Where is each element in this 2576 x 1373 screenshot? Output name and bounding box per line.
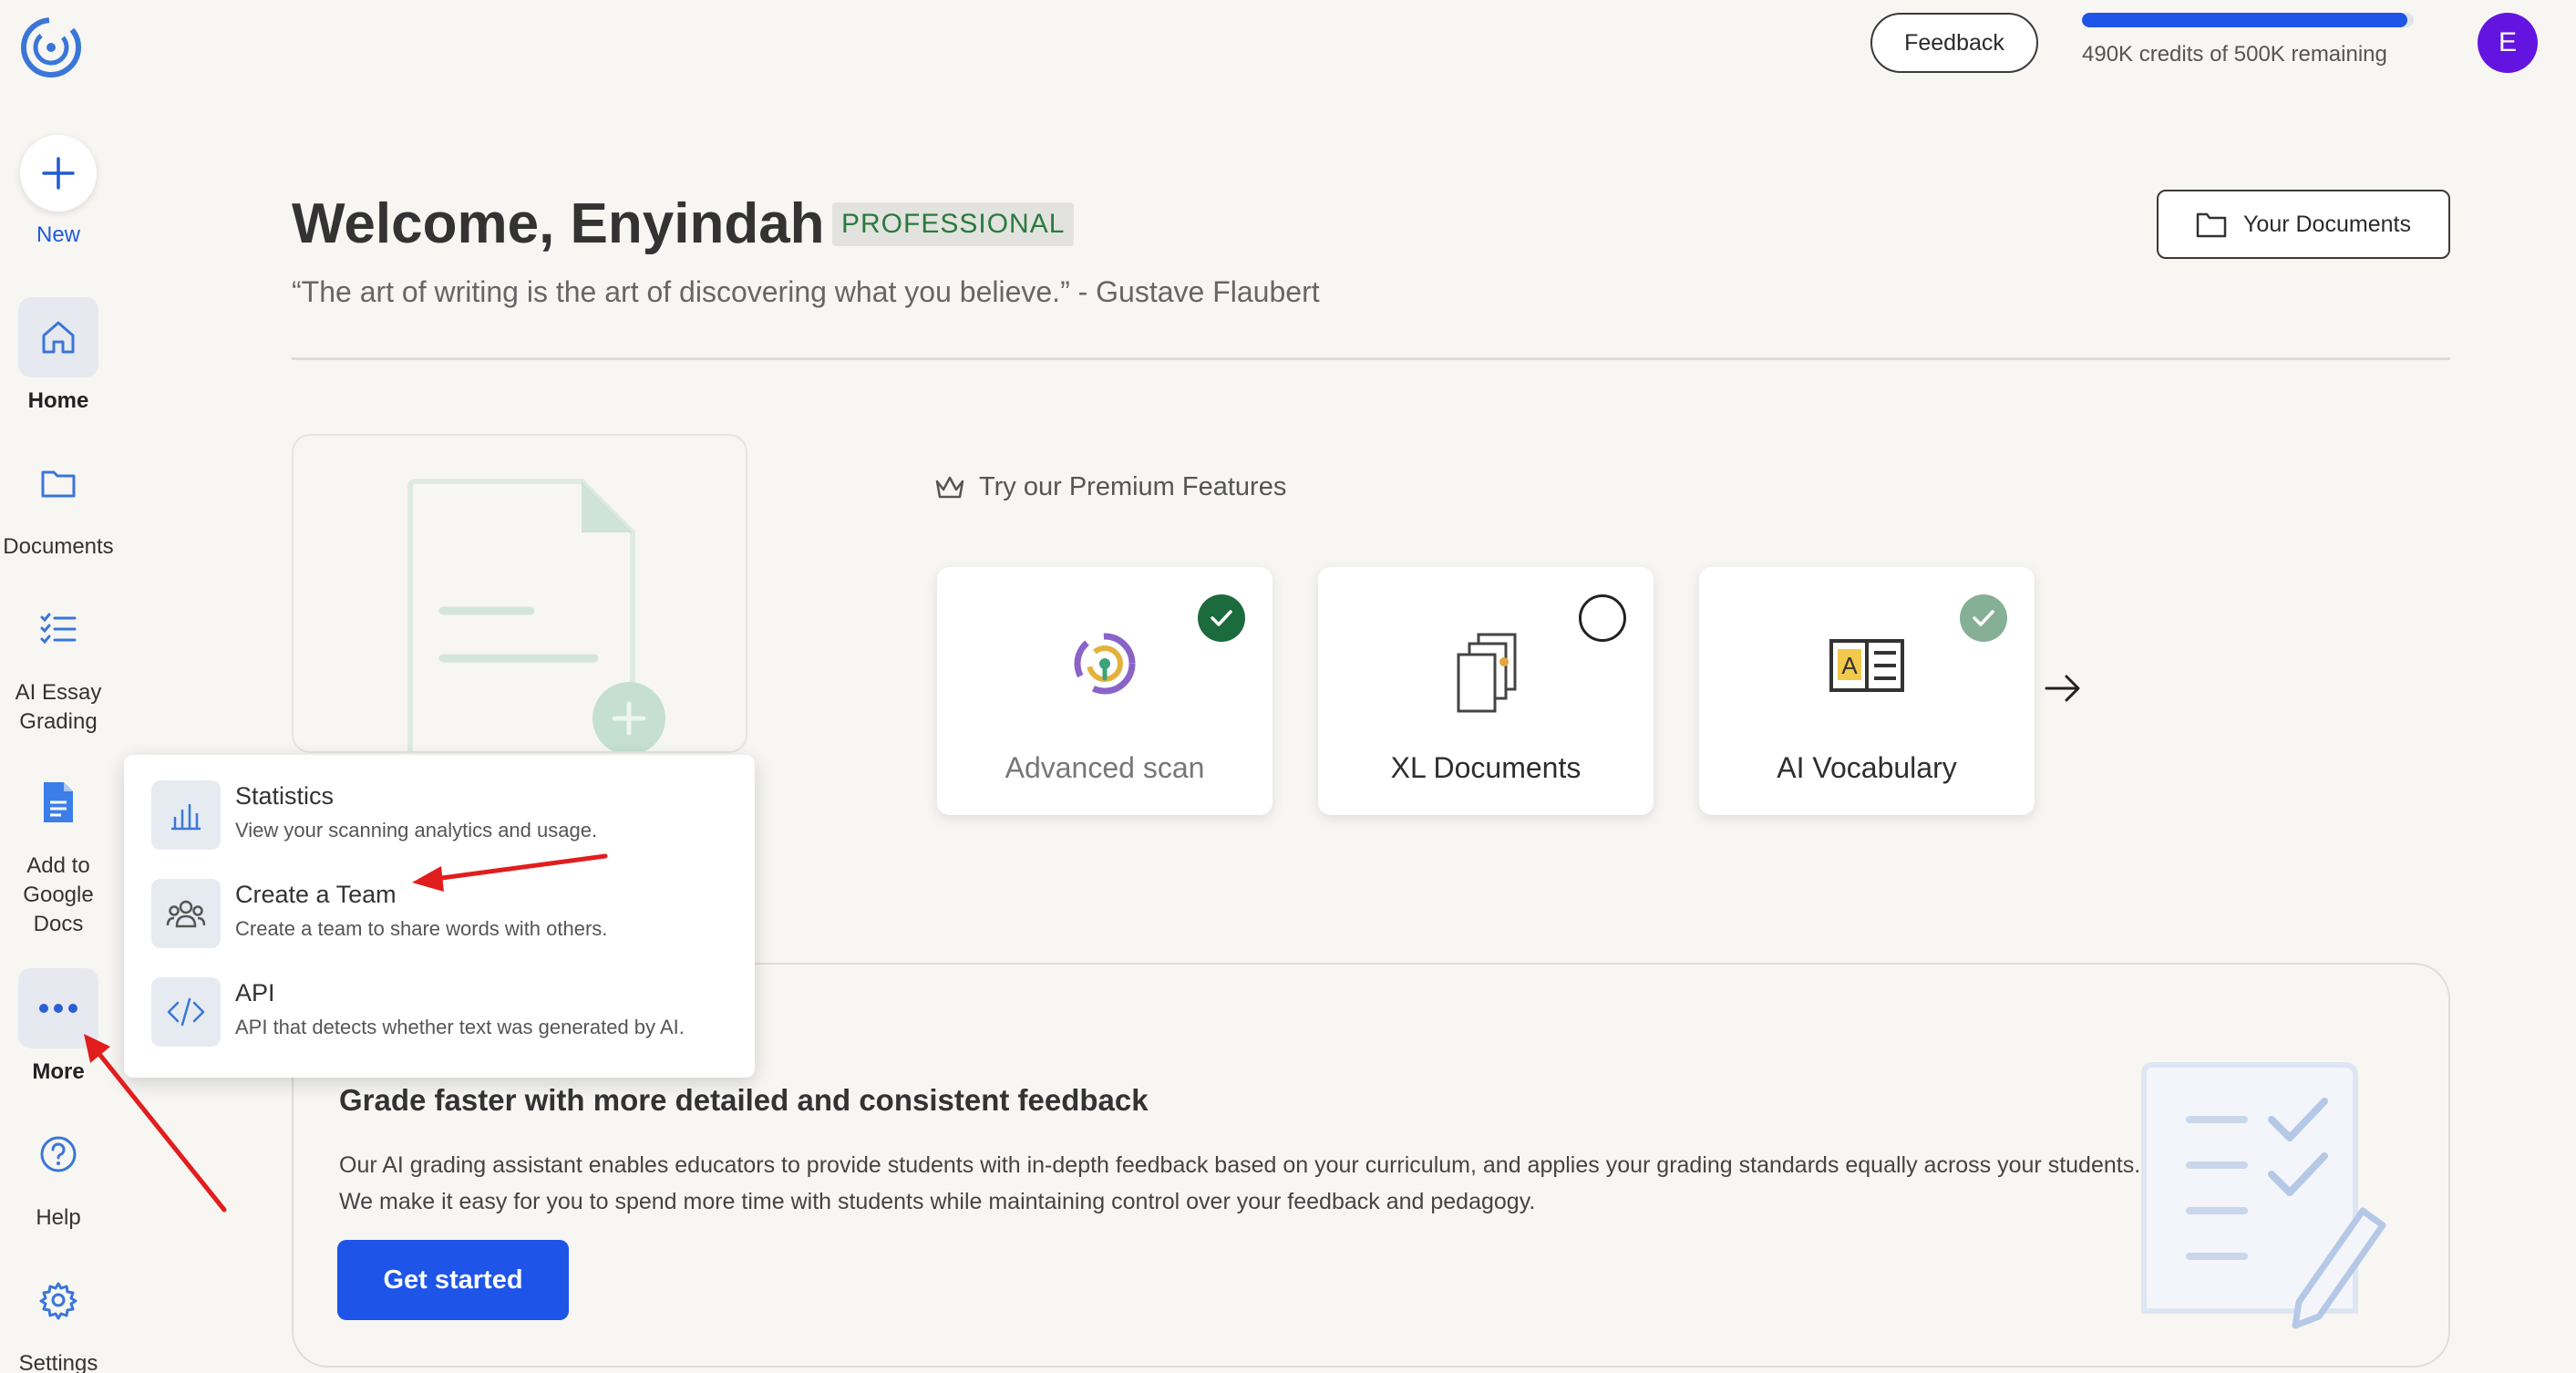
feature-unselected-checkbox[interactable] — [1579, 594, 1626, 642]
app-logo-icon[interactable] — [18, 15, 84, 80]
page-title: Welcome, Enyindah — [292, 192, 825, 255]
crown-icon — [935, 476, 964, 498]
checklist-icon — [40, 613, 77, 645]
feature-card-ai-vocabulary[interactable]: A AI Vocabulary — [1699, 567, 2035, 815]
sidebar-item-settings[interactable]: Settings — [0, 1260, 117, 1373]
bar-chart-icon — [171, 804, 201, 831]
menu-item-statistics[interactable]: Statistics View your scanning analytics … — [151, 764, 735, 855]
folder-icon — [41, 470, 76, 498]
menu-item-description: Create a team to share words with others… — [235, 917, 608, 940]
gear-icon — [39, 1282, 77, 1320]
your-documents-label: Your Documents — [2243, 211, 2411, 237]
menu-item-api[interactable]: API API that detects whether text was ge… — [151, 961, 735, 1052]
sidebar-item-label: Home — [27, 388, 89, 413]
header-divider — [292, 357, 2450, 360]
home-icon — [42, 321, 75, 354]
code-icon — [167, 997, 205, 1027]
sidebar-item-label: AI Essay Grading — [15, 680, 102, 734]
sidebar-item-documents[interactable]: Documents — [0, 443, 117, 562]
sidebar-item-label: More — [32, 1059, 85, 1084]
grading-description: Our AI grading assistant enables educato… — [339, 1152, 2141, 1214]
sidebar-item-ai-essay-grading[interactable]: AI Essay Grading — [0, 589, 117, 737]
premium-features-label: Try our Premium Features — [979, 472, 1287, 501]
user-avatar[interactable]: E — [2478, 13, 2538, 73]
feature-selected-checkbox[interactable] — [1960, 594, 2007, 642]
sidebar-item-label: Add to Google Docs — [23, 853, 94, 936]
sidebar-item-more[interactable]: More — [0, 968, 117, 1087]
check-icon — [1211, 610, 1232, 626]
stacked-documents-icon — [1457, 633, 1517, 713]
premium-features-title: Try our Premium Features — [933, 472, 1286, 502]
sidebar-item-add-to-google-docs[interactable]: Add to Google Docs — [0, 762, 117, 939]
feature-label: Advanced scan — [1005, 751, 1205, 784]
menu-item-title: API — [235, 979, 275, 1007]
credits-text: 490K credits of 500K remaining — [2082, 42, 2387, 67]
arrow-right-icon — [2045, 675, 2080, 702]
vocabulary-book-icon: A — [1829, 639, 1904, 692]
menu-item-create-a-team[interactable]: Create a Team Create a team to share wor… — [151, 862, 735, 954]
plan-badge: PROFESSIONAL — [832, 202, 1075, 246]
sidebar-item-home[interactable]: Home — [0, 297, 117, 416]
feature-label: AI Vocabulary — [1777, 751, 1957, 784]
google-docs-icon — [44, 782, 73, 822]
credits-meter: 490K credits of 500K remaining — [2082, 13, 2414, 67]
credits-progress-track — [2082, 13, 2414, 27]
feedback-button[interactable]: Feedback — [1870, 13, 2038, 73]
menu-item-description: API that detects whether text was genera… — [235, 1016, 685, 1038]
feature-card-xl-documents[interactable]: XL Documents — [1318, 567, 1654, 815]
sidebar-item-label: Settings — [18, 1351, 98, 1373]
new-document-card[interactable] — [292, 434, 747, 753]
your-documents-button[interactable]: Your Documents — [2157, 190, 2450, 259]
document-add-icon — [407, 479, 665, 751]
grading-checklist-icon — [2141, 1062, 2386, 1329]
svg-text:A: A — [1841, 652, 1858, 679]
plus-icon — [42, 157, 75, 190]
new-label: New — [36, 222, 80, 247]
carousel-next-button[interactable] — [2040, 666, 2086, 711]
feature-selected-checkbox[interactable] — [1198, 594, 1245, 642]
new-button[interactable]: New — [0, 135, 117, 250]
grading-title: Grade faster with more detailed and cons… — [339, 1083, 1149, 1117]
sidebar-item-help[interactable]: Help — [0, 1114, 117, 1233]
more-menu-popover: Statistics View your scanning analytics … — [124, 755, 755, 1078]
team-icon — [166, 900, 206, 928]
menu-item-title: Statistics — [235, 782, 335, 810]
menu-item-description: View your scanning analytics and usage. — [235, 819, 598, 841]
sidebar-item-label: Documents — [3, 534, 114, 559]
feature-label: XL Documents — [1390, 751, 1582, 784]
feature-card-advanced-scan[interactable]: Advanced scan — [937, 567, 1273, 815]
more-dots-icon — [39, 1004, 77, 1013]
quote-text: “The art of writing is the art of discov… — [292, 275, 1320, 308]
advanced-scan-icon — [1074, 633, 1136, 695]
check-icon — [1973, 610, 1994, 626]
folder-icon — [2196, 212, 2227, 238]
credits-progress-fill — [2082, 13, 2407, 27]
sidebar-item-label: Help — [36, 1205, 81, 1230]
help-icon — [40, 1136, 77, 1172]
get-started-button[interactable]: Get started — [337, 1240, 569, 1320]
menu-item-title: Create a Team — [235, 881, 397, 908]
